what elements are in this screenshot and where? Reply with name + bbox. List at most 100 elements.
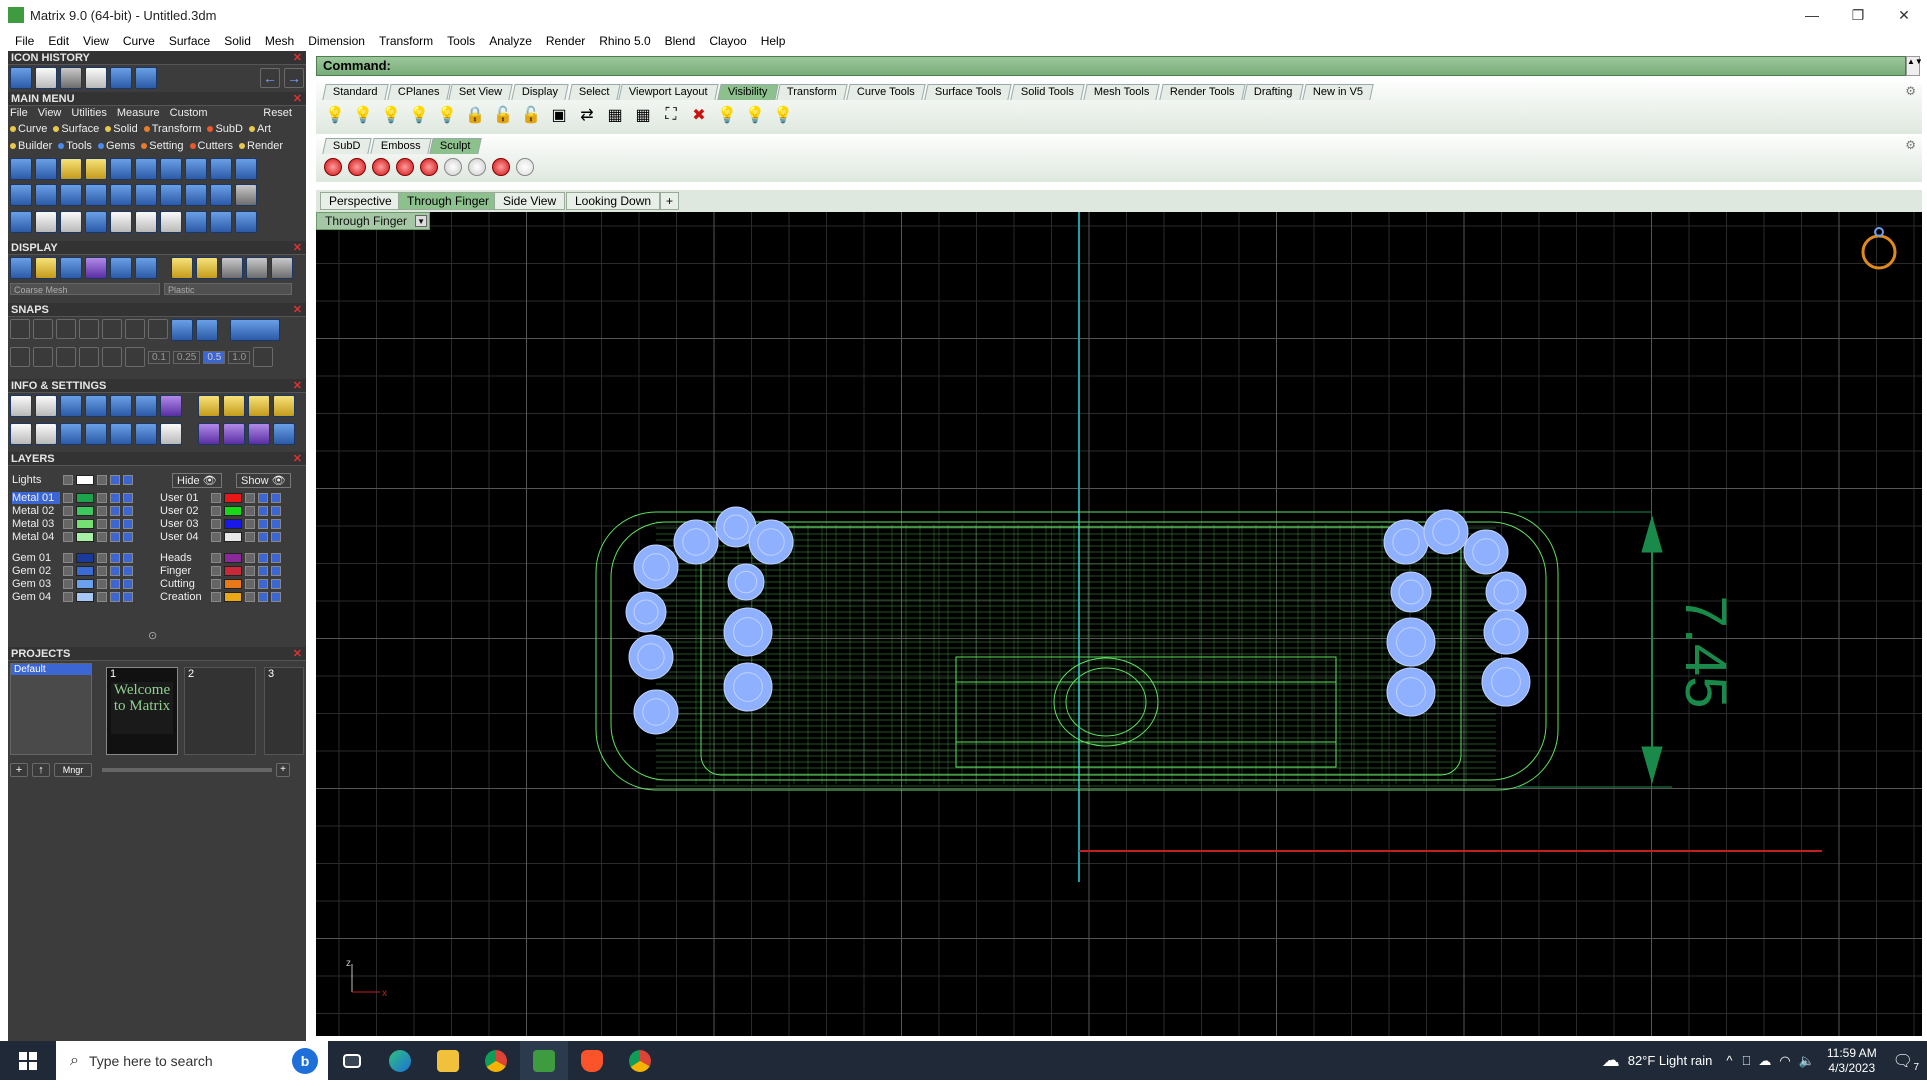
snap-icon[interactable] — [79, 347, 99, 367]
layer-row[interactable]: Metal 02 — [12, 504, 133, 517]
close-icon[interactable]: ✕ — [293, 379, 302, 393]
display-icon[interactable] — [35, 257, 57, 279]
info-icon[interactable] — [223, 423, 245, 445]
tool-icon[interactable] — [135, 158, 157, 180]
menu-rhino5[interactable]: Rhino 5.0 — [592, 34, 657, 48]
snap-icon[interactable] — [56, 347, 76, 367]
layer-row[interactable]: Metal 01 — [12, 491, 133, 504]
unlock-icon[interactable]: 🔓 — [520, 104, 542, 126]
display-mesh-select[interactable]: Coarse Mesh — [10, 283, 160, 295]
snap-icon[interactable] — [56, 319, 76, 339]
main-menu-utilities[interactable]: Utilities — [71, 107, 106, 119]
add-project-button[interactable]: + — [10, 763, 28, 777]
menu-analyze[interactable]: Analyze — [482, 34, 539, 48]
info-icon[interactable] — [223, 395, 245, 417]
light-bulb-icon[interactable]: 💡 — [436, 104, 458, 126]
snap-icon[interactable] — [125, 347, 145, 367]
sculpt-icon[interactable] — [444, 158, 462, 176]
info-icon[interactable] — [110, 395, 132, 417]
menu-dimension[interactable]: Dimension — [301, 34, 372, 48]
wifi-icon[interactable]: ◠ — [1779, 1053, 1790, 1069]
menu-surface[interactable]: Surface — [162, 34, 217, 48]
tool-icon[interactable] — [60, 211, 82, 233]
tool-icon[interactable] — [235, 158, 257, 180]
tool-icon[interactable] — [85, 184, 107, 206]
layer-lights[interactable]: Lights — [12, 473, 133, 486]
main-menu-solid[interactable]: Solid — [105, 123, 138, 135]
menu-transform[interactable]: Transform — [372, 34, 440, 48]
history-icon-5[interactable] — [110, 67, 132, 89]
weather-text[interactable]: 82°F Light rain — [1628, 1053, 1713, 1068]
tool-icon[interactable] — [210, 158, 232, 180]
snap-icon[interactable] — [33, 319, 53, 339]
project-slot-3[interactable]: 3 — [264, 667, 304, 755]
material-icon[interactable] — [196, 257, 218, 279]
main-menu-render[interactable]: Render — [239, 140, 283, 152]
snap-grid-icon[interactable] — [10, 347, 30, 367]
tab-drafting[interactable]: Drafting — [1243, 84, 1304, 100]
tool-icon[interactable] — [185, 211, 207, 233]
tab-visibility[interactable]: Visibility — [717, 84, 779, 100]
tab-side-view[interactable]: Side View — [494, 192, 566, 210]
tab-transform[interactable]: Transform — [776, 84, 848, 100]
light-bulb-icon[interactable]: 💡 — [744, 104, 766, 126]
layer-row[interactable]: Metal 03 — [12, 517, 133, 530]
main-menu-transform[interactable]: Transform — [143, 123, 201, 135]
tool-icon[interactable] — [235, 211, 257, 233]
info-icon[interactable] — [135, 395, 157, 417]
up-project-button[interactable]: ↑ — [32, 763, 50, 777]
tool-icon[interactable] — [185, 184, 207, 206]
project-slot-2[interactable]: 2 — [184, 667, 256, 755]
tab-display[interactable]: Display — [511, 84, 570, 100]
layer-row[interactable]: Cutting — [160, 577, 281, 590]
close-icon[interactable]: ✕ — [293, 241, 302, 255]
tab-subd[interactable]: SubD — [322, 138, 372, 154]
project-manager-button[interactable]: Mngr — [54, 763, 92, 777]
info-icon[interactable] — [198, 423, 220, 445]
display-icon[interactable] — [135, 257, 157, 279]
tool-icon[interactable] — [85, 211, 107, 233]
windows-start-icon[interactable] — [0, 1051, 56, 1070]
add-tab-button[interactable]: + — [660, 192, 680, 210]
main-menu-measure[interactable]: Measure — [117, 107, 160, 119]
light-bulb-icon[interactable]: 💡 — [380, 104, 402, 126]
layer-row[interactable]: Gem 01 — [12, 551, 133, 564]
sculpt-icon[interactable] — [372, 158, 390, 176]
info-icon[interactable] — [198, 395, 220, 417]
snap-icon[interactable] — [33, 347, 53, 367]
display-material-select[interactable]: Plastic — [164, 283, 292, 295]
layer-row[interactable]: Heads — [160, 551, 281, 564]
history-icon-1[interactable] — [10, 67, 32, 89]
sculpt-icon[interactable] — [468, 158, 486, 176]
snap-icon[interactable] — [171, 319, 193, 341]
info-icon[interactable] — [273, 395, 295, 417]
main-menu-setting[interactable]: Setting — [141, 140, 184, 152]
main-menu-builder[interactable]: Builder — [10, 140, 52, 152]
taskbar-search[interactable]: ⌕ Type here to search b — [56, 1041, 328, 1080]
snap-icon[interactable] — [148, 319, 168, 339]
sculpt-icon[interactable] — [420, 158, 438, 176]
tab-select[interactable]: Select — [567, 84, 620, 100]
sculpt-icon[interactable] — [516, 158, 534, 176]
tool-icon[interactable] — [110, 211, 132, 233]
chevron-up-icon[interactable]: ^ — [1726, 1053, 1732, 1068]
menu-tools[interactable]: Tools — [440, 34, 482, 48]
light-bulb-icon[interactable]: 💡 — [352, 104, 374, 126]
tool-icon[interactable] — [185, 158, 207, 180]
tab-render-tools[interactable]: Render Tools — [1159, 84, 1246, 100]
info-icon[interactable] — [10, 423, 32, 445]
close-icon[interactable]: ✕ — [293, 303, 302, 317]
layers-show-button[interactable]: Show 👁 — [236, 473, 291, 488]
close-button[interactable]: ✕ — [1881, 0, 1927, 30]
snap-icon[interactable] — [10, 319, 30, 339]
tool-icon[interactable] — [35, 158, 57, 180]
tool-icon[interactable] — [10, 184, 32, 206]
tab-viewport-layout[interactable]: Viewport Layout — [618, 84, 719, 100]
history-forward-icon[interactable]: → — [284, 68, 304, 88]
sculpt-icon[interactable] — [492, 158, 510, 176]
command-bar[interactable]: Command: — [316, 56, 1906, 76]
unlock-icon[interactable]: 🔓 — [492, 104, 514, 126]
info-icon[interactable] — [248, 423, 270, 445]
search-icon[interactable] — [35, 395, 57, 417]
add-slot-button[interactable]: + — [276, 763, 290, 777]
